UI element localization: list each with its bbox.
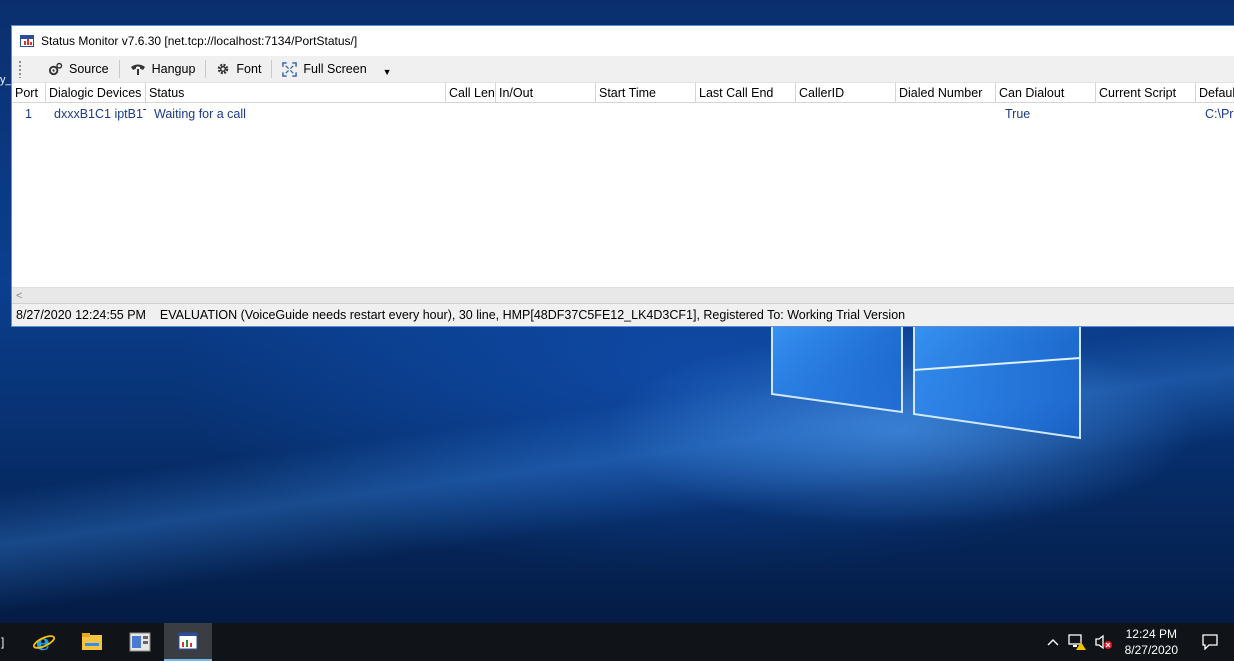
column-header-port[interactable]: Port [12,83,46,102]
phone-hangup-icon [130,64,145,75]
cell-in-out [496,103,596,123]
full-screen-button[interactable]: Full Screen [272,58,376,80]
volume-muted-icon[interactable] [1091,623,1117,661]
font-label: Font [236,62,262,76]
cell-caller-id [796,103,896,123]
table-row[interactable]: 1 dxxxB1C1 iptB1T Waiting for a call Tru… [12,103,1234,123]
cell-port: 1 [25,107,32,121]
cell-default: C:\Pro [1205,107,1234,121]
status-bar: 8/27/2020 12:24:55 PM EVALUATION (VoiceG… [12,304,1234,326]
source-button[interactable]: Source [38,58,119,80]
grid-header-row: Port Dialogic Devices Status Call Leng I… [12,83,1234,103]
internet-explorer-icon[interactable]: e [20,623,68,661]
column-header-status[interactable]: Status [146,83,446,102]
app-icon [20,35,34,47]
window-titlebar[interactable]: Status Monitor v7.6.30 [net.tcp://localh… [12,26,1234,56]
column-header-dialogic-devices[interactable]: Dialogic Devices [46,83,146,102]
windows-logo-wallpaper [771,318,1081,440]
gear-icon [218,63,229,75]
settings-gear-icon [48,62,63,75]
window-title: Status Monitor v7.6.30 [net.tcp://localh… [41,34,358,48]
toolbar: Source Hangup Font Full Screen ▼ [12,56,1234,83]
toolbar-overflow-chevron-icon[interactable]: ▼ [383,61,392,77]
svg-text:e: e [36,630,50,654]
status-monitor-window[interactable]: Status Monitor v7.6.30 [net.tcp://localh… [11,25,1234,327]
column-header-call-length[interactable]: Call Leng [446,83,496,102]
source-label: Source [69,62,109,76]
column-header-default[interactable]: Default [1196,83,1234,102]
clock-time: 12:24 PM [1125,627,1177,641]
column-header-dialed-number[interactable]: Dialed Number [896,83,996,102]
cell-dialogic-devices: dxxxB1C1 iptB1T [54,107,146,121]
column-header-start-time[interactable]: Start Time [596,83,696,102]
scroll-left-arrow-icon[interactable]: < [16,290,22,302]
fullscreen-expand-icon [282,61,298,77]
status-monitor-taskbar-icon[interactable] [164,623,212,661]
horizontal-scrollbar[interactable]: < [12,287,1234,304]
taskbar-left-fragment: ] [1,635,5,649]
column-header-caller-id[interactable]: CallerID [796,83,896,102]
font-button[interactable]: Font [206,58,271,80]
taskbar-clock[interactable]: 12:24 PM 8/27/2020 [1117,626,1186,658]
cell-dialed-number [896,103,996,123]
column-header-can-dialout[interactable]: Can Dialout [996,83,1096,102]
action-center-notification-icon[interactable] [1186,623,1234,661]
toolbar-grip-handle[interactable] [18,60,22,78]
column-header-last-call-end[interactable]: Last Call End [696,83,796,102]
cell-last-call-end [696,103,796,123]
server-manager-icon[interactable] [116,623,164,661]
column-header-in-out[interactable]: In/Out [496,83,596,102]
network-warning-icon[interactable] [1063,623,1091,661]
cell-call-length [446,103,496,123]
desktop-clipped-text: y_ [0,74,12,86]
port-status-grid[interactable]: Port Dialogic Devices Status Call Leng I… [12,83,1234,287]
status-bar-text: 8/27/2020 12:24:55 PM EVALUATION (VoiceG… [16,308,906,322]
clock-date: 8/27/2020 [1124,643,1178,657]
cell-status: Waiting for a call [154,107,246,121]
system-tray: 12:24 PM 8/27/2020 [1043,623,1234,661]
cell-current-script [1096,103,1196,123]
show-hidden-icons-chevron-icon[interactable] [1043,623,1063,661]
hangup-button[interactable]: Hangup [120,58,206,80]
taskbar: ] e 12:24 PM 8/27/2020 [0,623,1234,661]
cell-can-dialout: True [1005,107,1031,121]
column-header-current-script[interactable]: Current Script [1096,83,1196,102]
full-screen-label: Full Screen [303,62,367,76]
file-explorer-icon[interactable] [68,623,116,661]
hangup-label: Hangup [151,62,196,76]
cell-start-time [596,103,696,123]
